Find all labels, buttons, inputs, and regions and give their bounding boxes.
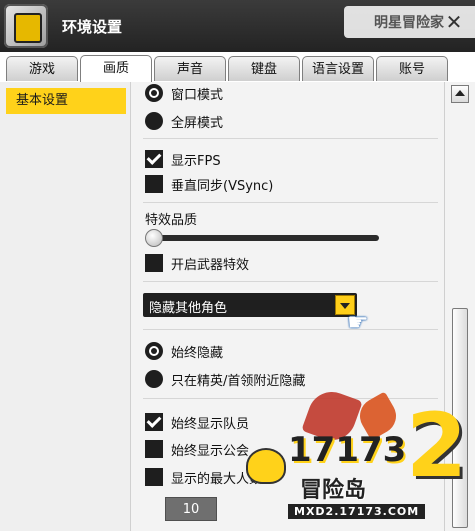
divider xyxy=(143,138,438,139)
divider xyxy=(143,329,438,330)
close-icon[interactable]: ✕ xyxy=(440,8,468,36)
tab-game[interactable]: 游戏 xyxy=(6,56,78,81)
elite-boss-hide-option[interactable]: 只在精英/首领附近隐藏 xyxy=(145,368,305,390)
show-guild-label: 始终显示公会 xyxy=(171,443,250,459)
divider xyxy=(143,281,438,282)
tab-graphics[interactable]: 画质 xyxy=(80,55,152,82)
tab-account[interactable]: 账号 xyxy=(376,56,448,81)
always-hide-option[interactable]: 始终隐藏 xyxy=(145,340,223,362)
divider xyxy=(143,202,438,203)
effect-quality-slider-handle[interactable] xyxy=(145,229,163,247)
windowed-mode-option[interactable]: 窗口模式 xyxy=(145,82,223,104)
show-fps-label: 显示FPS xyxy=(171,153,221,169)
scroll-up-arrow-icon[interactable] xyxy=(451,85,469,103)
title-bar: 环境设置 明星冒险家 ✕ xyxy=(0,0,475,52)
effect-quality-label: 特效品质 xyxy=(145,212,198,228)
watermark-game: 冒险岛 xyxy=(300,478,367,503)
always-hide-label: 始终隐藏 xyxy=(171,345,224,361)
tab-sound[interactable]: 声音 xyxy=(154,56,226,81)
checkbox-show-guild[interactable] xyxy=(145,440,163,458)
tab-keyboard[interactable]: 键盘 xyxy=(228,56,300,81)
watermark-number: 2 xyxy=(406,394,468,497)
watermark-brand: 17173 xyxy=(288,430,407,470)
watermark-url: MXD2.17173.COM xyxy=(288,504,426,519)
radio-windowed[interactable] xyxy=(145,84,163,102)
show-guild-option[interactable]: 始终显示公会 xyxy=(145,438,249,460)
sidebar-item-basic-settings[interactable]: 基本设置 xyxy=(6,88,126,114)
hand-cursor-icon: ☛ xyxy=(347,308,369,336)
checkbox-vsync[interactable] xyxy=(145,175,163,193)
checkbox-show-party[interactable] xyxy=(145,413,163,431)
show-fps-option[interactable]: 显示FPS xyxy=(145,148,221,170)
duck-mascot-icon xyxy=(246,448,286,484)
radio-always-hide[interactable] xyxy=(145,342,163,360)
radio-elite-boss-hide[interactable] xyxy=(145,370,163,388)
weapon-effect-option[interactable]: 开启武器特效 xyxy=(145,252,249,274)
sidebar: 基本设置 xyxy=(0,82,131,531)
show-party-option[interactable]: 始终显示队员 xyxy=(145,411,249,433)
elite-boss-hide-label: 只在精英/首领附近隐藏 xyxy=(171,373,306,389)
site-watermark: 17173 2 冒险岛 MXD2.17173.COM xyxy=(246,385,475,531)
effect-quality-slider-track[interactable] xyxy=(149,235,379,241)
vsync-label: 垂直同步(VSync) xyxy=(171,178,274,194)
effect-quality-heading: 特效品质 xyxy=(145,207,197,229)
checkbox-weapon-effect[interactable] xyxy=(145,254,163,272)
background-window-title-text: 明星冒险家 xyxy=(374,15,444,31)
fullscreen-mode-option[interactable]: 全屏模式 xyxy=(145,110,223,132)
weapon-effect-label: 开启武器特效 xyxy=(171,257,250,273)
checkbox-max-display[interactable] xyxy=(145,468,163,486)
windowed-mode-label: 窗口模式 xyxy=(171,87,224,103)
radio-fullscreen[interactable] xyxy=(145,112,163,130)
max-display-option[interactable]: 显示的最大人数 xyxy=(145,466,262,488)
window-title: 环境设置 xyxy=(62,18,123,36)
dropdown-selected-value: 隐藏其他角色 xyxy=(149,301,228,316)
checkbox-show-fps[interactable] xyxy=(145,150,163,168)
app-logo-icon xyxy=(4,4,48,48)
fullscreen-mode-label: 全屏模式 xyxy=(171,115,224,131)
other-characters-dropdown[interactable]: 隐藏其他角色 xyxy=(143,293,357,317)
vsync-option[interactable]: 垂直同步(VSync) xyxy=(145,173,273,195)
tab-language[interactable]: 语言设置 xyxy=(302,56,374,81)
show-party-label: 始终显示队员 xyxy=(171,416,250,432)
max-display-count-input[interactable]: 10 xyxy=(165,497,217,521)
tab-bar: 游戏 画质 声音 键盘 语言设置 账号 xyxy=(0,52,475,82)
